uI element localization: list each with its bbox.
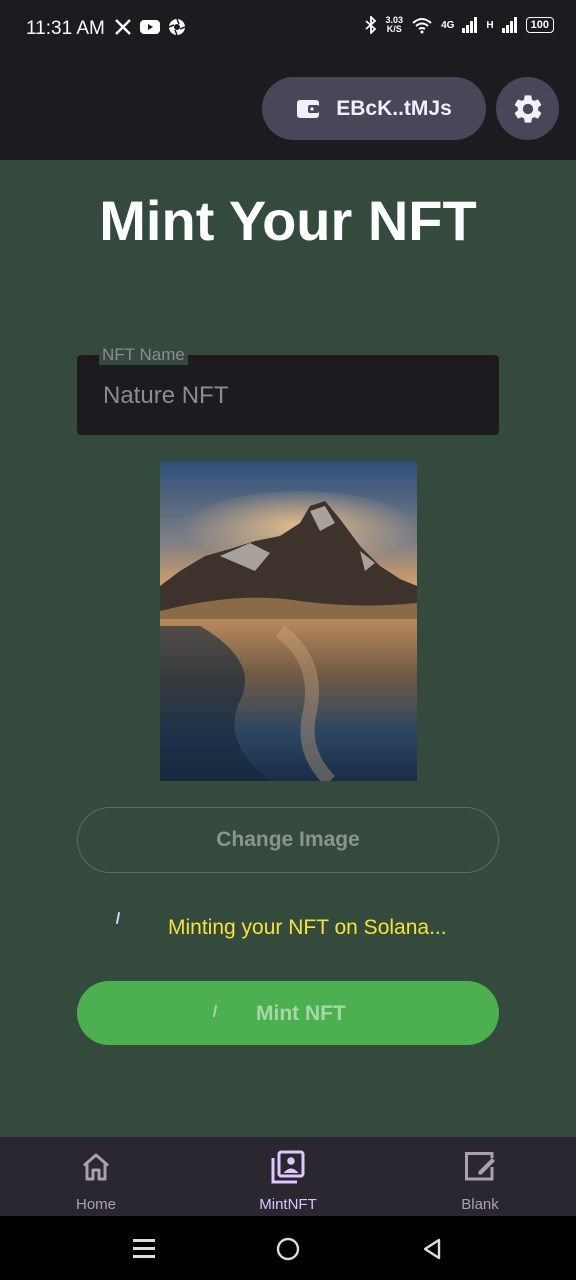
recent-apps-icon[interactable] (133, 1238, 155, 1258)
net-speed: 3.03 K/S (386, 16, 404, 34)
gear-icon (514, 94, 541, 123)
x-icon (115, 19, 131, 35)
selected-nft-image (160, 461, 417, 781)
minting-status-text: Minting your NFT on Solana... (168, 916, 447, 939)
nft-name-field[interactable]: NFT Name Nature NFT (77, 345, 499, 435)
net-speed-unit: K/S (386, 24, 402, 34)
nav-item-blank[interactable]: Blank (384, 1137, 576, 1216)
aperture-icon (168, 18, 186, 36)
page-title: Mint Your NFT (99, 189, 477, 252)
home-icon (83, 1153, 109, 1181)
signal-icon (462, 17, 478, 33)
network-h-label: H (486, 19, 494, 31)
status-left-icons (114, 18, 186, 36)
mint-nft-button[interactable]: Mint NFT (77, 981, 499, 1045)
nav-item-home[interactable]: Home (0, 1137, 192, 1216)
minting-status: Minting your NFT on Solana... (110, 910, 510, 950)
signal-icon-2 (501, 17, 517, 33)
nft-name-label: NFT Name (99, 345, 188, 365)
change-image-button[interactable]: Change Image (77, 807, 499, 873)
bottom-navigation: Home MintNFT Blank (0, 1137, 576, 1216)
wallet-address: EBcK..tMJs (336, 96, 452, 120)
app-bar: EBcK..tMJs (0, 60, 576, 160)
portrait-icon (271, 1150, 305, 1184)
battery-indicator: 100 (525, 17, 554, 33)
mountain-landscape-image (160, 461, 417, 781)
back-icon[interactable] (421, 1237, 443, 1261)
status-right-icons: 3.03 K/S 4G H 100 (364, 16, 554, 34)
network-4g-label: 4G (441, 19, 455, 31)
nft-name-value[interactable]: Nature NFT (103, 382, 228, 410)
wifi-icon (412, 18, 432, 34)
nav-item-mintnft[interactable]: MintNFT (192, 1137, 384, 1216)
system-navigation-bar (0, 1216, 576, 1280)
bluetooth-icon (364, 16, 376, 34)
nav-label-mintnft: MintNFT (259, 1196, 317, 1213)
wallet-button[interactable]: EBcK..tMJs (262, 77, 486, 140)
settings-button[interactable] (496, 77, 559, 140)
loading-spinner-icon (116, 912, 120, 924)
loading-spinner-icon (213, 1005, 217, 1017)
home-circle-icon[interactable] (276, 1237, 300, 1261)
nav-label-blank: Blank (461, 1196, 499, 1213)
edit-square-icon (465, 1152, 495, 1181)
nav-label-home: Home (75, 1196, 116, 1213)
status-time: 11:31 AM (26, 18, 105, 39)
mint-nft-label: Mint NFT (256, 1002, 346, 1025)
wallet-icon (297, 99, 320, 118)
status-bar: 11:31 AM 3.03 K/S 4G H 100 (0, 0, 576, 60)
youtube-icon (140, 20, 160, 34)
